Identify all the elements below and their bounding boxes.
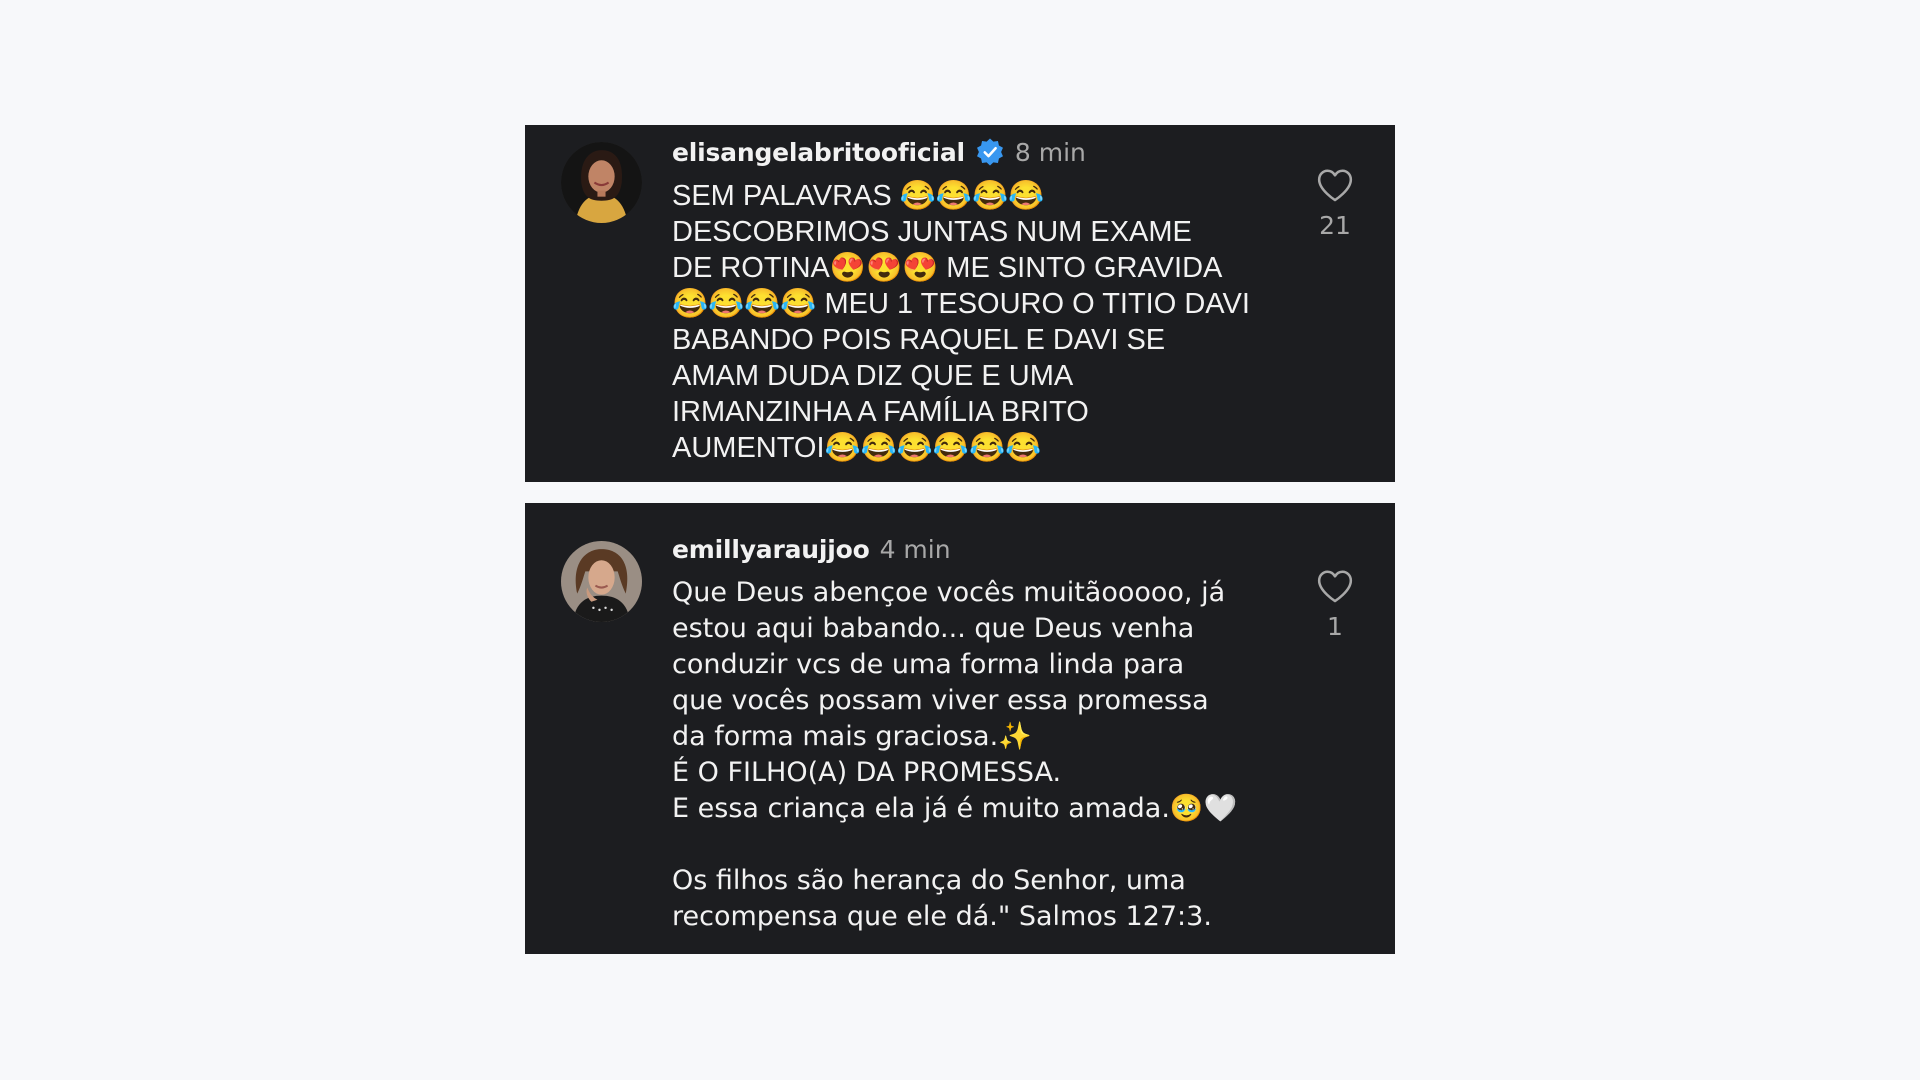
- like-block: 21: [1310, 167, 1360, 240]
- like-count: 21: [1319, 211, 1351, 240]
- avatar-image: [561, 541, 642, 622]
- verified-badge-icon: [975, 137, 1005, 167]
- comment-content: emillyaraujjoo 4 min Que Deus abençoe vo…: [672, 531, 1272, 935]
- avatar-image: [561, 142, 642, 223]
- comment-text: Que Deus abençoe vocês muitãooooo, já es…: [672, 577, 1238, 932]
- heart-icon[interactable]: [1316, 568, 1354, 604]
- username-link[interactable]: emillyaraujjoo: [672, 535, 870, 564]
- comment-content: elisangelabritooficial 8 min SEM PALAVRA…: [672, 134, 1272, 466]
- comment-meta: elisangelabritooficial 8 min: [672, 134, 1272, 170]
- comment-card: elisangelabritooficial 8 min SEM PALAVRA…: [525, 125, 1395, 482]
- comment-meta: emillyaraujjoo 4 min: [672, 531, 1272, 567]
- comment-time: 8 min: [1014, 137, 1086, 167]
- avatar[interactable]: [561, 541, 642, 622]
- avatar[interactable]: [561, 142, 642, 223]
- username-link[interactable]: elisangelabritooficial: [672, 138, 965, 167]
- comment-text: SEM PALAVRAS 😂😂😂😂 DESCOBRIMOS JUNTAS NUM…: [672, 180, 1250, 464]
- like-count: 1: [1327, 612, 1343, 641]
- comment-card: emillyaraujjoo 4 min Que Deus abençoe vo…: [525, 503, 1395, 954]
- like-block: 1: [1310, 568, 1360, 641]
- comment-time: 4 min: [879, 534, 951, 564]
- heart-icon[interactable]: [1316, 167, 1354, 203]
